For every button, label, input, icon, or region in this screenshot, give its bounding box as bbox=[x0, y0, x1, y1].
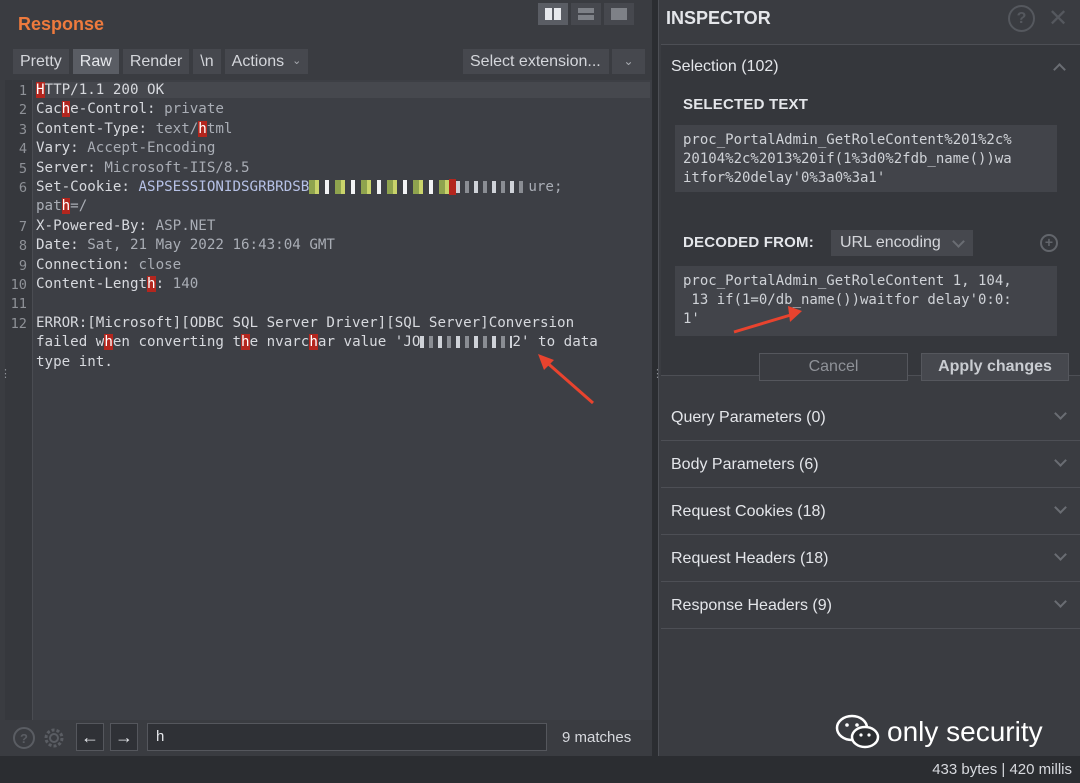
status-line: TTP/1.1 200 OK bbox=[44, 82, 165, 98]
help-icon[interactable]: ? bbox=[1008, 5, 1035, 32]
code-line: ERROR:[Microsoft][ODBC SQL Server Driver… bbox=[36, 315, 575, 331]
single-pane-icon bbox=[611, 8, 627, 20]
line-number: 9 bbox=[18, 258, 27, 274]
encoding-dropdown[interactable]: URL encoding bbox=[831, 230, 973, 256]
code-line: HTTP/1.1 200 OK bbox=[36, 82, 650, 98]
apply-changes-button[interactable]: Apply changes bbox=[921, 353, 1069, 381]
view-toolbar: Pretty Raw Render \n Actions ⌄ bbox=[13, 49, 309, 74]
chevron-down-icon bbox=[1054, 501, 1067, 514]
code-line: Connection: close bbox=[36, 257, 182, 273]
previous-match-button[interactable]: ← bbox=[76, 723, 104, 751]
code-line: failed when converting the nvarchar valu… bbox=[36, 334, 598, 350]
chevron-down-icon bbox=[952, 235, 965, 248]
chevron-down-icon bbox=[1054, 454, 1067, 467]
code-line: type int. bbox=[36, 354, 113, 370]
section-label: Request Cookies (18) bbox=[671, 503, 826, 520]
code-line: Cache-Control: private bbox=[36, 101, 224, 117]
section-request-cookies[interactable]: Request Cookies (18) bbox=[661, 489, 1080, 535]
line-number: 1 bbox=[18, 83, 27, 99]
annotation-arrow bbox=[733, 306, 802, 334]
redacted-blur bbox=[456, 181, 529, 193]
arrow-left-icon: ← bbox=[81, 726, 99, 747]
cancel-button[interactable]: Cancel bbox=[759, 353, 908, 381]
select-extension-label: Select extension... bbox=[463, 49, 609, 74]
selection-header[interactable]: Selection (102) bbox=[671, 58, 779, 76]
code-line: path=/ bbox=[36, 198, 88, 214]
response-stats: 433 bytes | 420 millis bbox=[932, 761, 1072, 778]
line-number: 10 bbox=[10, 277, 27, 293]
selected-text-value[interactable]: proc_PortalAdmin_GetRoleContent%201%2c% … bbox=[675, 125, 1057, 192]
search-input[interactable]: h bbox=[147, 723, 547, 751]
columns-icon bbox=[545, 8, 561, 20]
chevron-down-icon bbox=[1054, 548, 1067, 561]
line-number: 2 bbox=[18, 102, 27, 118]
status-bar: 433 bytes | 420 millis bbox=[0, 756, 1080, 783]
code-line: Set-Cookie: ASPSESSIONIDSGRBRDSB ure; bbox=[36, 179, 563, 195]
redacted-blur bbox=[309, 180, 450, 194]
chevron-down-icon bbox=[1054, 407, 1067, 420]
section-label: Query Parameters (0) bbox=[671, 409, 826, 426]
match-count: 9 matches bbox=[562, 729, 632, 746]
rows-icon bbox=[578, 8, 594, 20]
select-extension-dropdown[interactable]: Select extension... ⌄ bbox=[463, 49, 645, 74]
tab-raw[interactable]: Raw bbox=[72, 49, 119, 74]
selected-text-label: SELECTED TEXT bbox=[683, 96, 809, 113]
next-match-button[interactable]: → bbox=[110, 723, 138, 751]
chevron-down-icon: ⌄ bbox=[292, 55, 302, 67]
response-title: Response bbox=[18, 14, 105, 34]
resize-handle[interactable]: ⋮ bbox=[0, 367, 11, 380]
section-body-parameters[interactable]: Body Parameters (6) bbox=[661, 442, 1080, 488]
wechat-icon bbox=[835, 714, 880, 749]
annotation-arrow bbox=[538, 354, 594, 405]
section-label: Response Headers (9) bbox=[671, 597, 832, 614]
code-line: Content-Type: text/html bbox=[36, 121, 233, 137]
section-label: Body Parameters (6) bbox=[671, 456, 819, 473]
svg-text:?: ? bbox=[20, 731, 28, 746]
split-horizontal-layout-button[interactable] bbox=[571, 3, 601, 25]
actions-menu-button[interactable]: Actions ⌄ bbox=[224, 49, 309, 74]
watermark: only security bbox=[835, 713, 1043, 751]
arrow-right-icon: → bbox=[115, 726, 133, 747]
code-line: Vary: Accept-Encoding bbox=[36, 140, 216, 156]
line-number: 11 bbox=[10, 296, 27, 312]
section-query-parameters[interactable]: Query Parameters (0) bbox=[661, 395, 1080, 441]
line-number: 8 bbox=[18, 238, 27, 254]
watermark-text: only security bbox=[887, 716, 1043, 747]
chevron-up-icon[interactable] bbox=[1053, 63, 1066, 76]
line-number: 6 bbox=[18, 180, 27, 196]
encoding-value: URL encoding bbox=[840, 234, 941, 251]
split-vertical-layout-button[interactable] bbox=[538, 3, 568, 25]
line-number-gutter: 1 2 3 4 5 6 7 8 9 10 11 12 bbox=[5, 80, 33, 720]
redacted-blur bbox=[420, 336, 513, 348]
line-number: 12 bbox=[10, 316, 27, 332]
help-icon[interactable]: ? bbox=[11, 725, 37, 751]
search-bar: ? ← → h 9 matches bbox=[0, 720, 652, 756]
chevron-down-icon bbox=[1054, 595, 1067, 608]
inspector-title: INSPECTOR bbox=[666, 8, 771, 28]
section-label: Request Headers (18) bbox=[671, 550, 829, 567]
tab-pretty[interactable]: Pretty bbox=[13, 49, 69, 74]
code-line: Content-Length: 140 bbox=[36, 276, 199, 292]
line-number: 3 bbox=[18, 122, 27, 138]
inspector-panel: INSPECTOR ? ✕ Selection (102) SELECTED T… bbox=[658, 0, 1080, 756]
line-number: 4 bbox=[18, 141, 27, 157]
code-line: Server: Microsoft-IIS/8.5 bbox=[36, 160, 250, 176]
chevron-down-icon[interactable]: ⌄ bbox=[612, 49, 645, 74]
add-icon[interactable]: + bbox=[1040, 234, 1058, 252]
gear-icon[interactable] bbox=[41, 725, 67, 751]
code-line: Date: Sat, 21 May 2022 16:43:04 GMT bbox=[36, 237, 335, 253]
close-icon[interactable]: ✕ bbox=[1048, 4, 1068, 33]
line-number: 7 bbox=[18, 219, 27, 235]
decoded-from-label: DECODED FROM: bbox=[683, 234, 814, 251]
layout-switcher bbox=[538, 3, 634, 25]
selection-section: Selection (102) SELECTED TEXT proc_Porta… bbox=[661, 44, 1080, 381]
tab-render[interactable]: Render bbox=[122, 49, 190, 74]
section-request-headers[interactable]: Request Headers (18) bbox=[661, 536, 1080, 582]
code-line: X-Powered-By: ASP.NET bbox=[36, 218, 216, 234]
line-number: 5 bbox=[18, 161, 27, 177]
actions-label: Actions bbox=[231, 53, 285, 70]
newline-toggle-button[interactable]: \n bbox=[193, 49, 221, 74]
section-response-headers[interactable]: Response Headers (9) bbox=[661, 583, 1080, 629]
single-layout-button[interactable] bbox=[604, 3, 634, 25]
